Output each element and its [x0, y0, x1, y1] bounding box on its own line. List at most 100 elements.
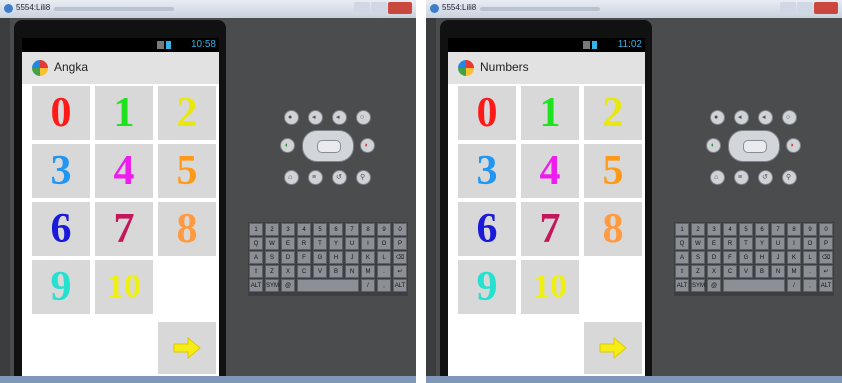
- number-tile-3[interactable]: 3: [32, 144, 90, 198]
- key[interactable]: U: [345, 237, 359, 250]
- number-tile-9[interactable]: 9: [458, 260, 516, 314]
- call-icon[interactable]: ◖: [706, 138, 721, 153]
- key[interactable]: 2: [265, 223, 279, 236]
- key[interactable]: P: [819, 237, 833, 250]
- number-tile-8[interactable]: 8: [158, 202, 216, 256]
- key[interactable]: Z: [691, 265, 705, 278]
- number-tile-4[interactable]: 4: [521, 144, 579, 198]
- key[interactable]: A: [249, 251, 263, 264]
- key[interactable]: 4: [297, 223, 311, 236]
- maximize-button[interactable]: [371, 2, 387, 14]
- key[interactable]: N: [345, 265, 359, 278]
- close-button[interactable]: [814, 2, 838, 14]
- key[interactable]: 6: [755, 223, 769, 236]
- number-tile-5[interactable]: 5: [584, 144, 642, 198]
- enter-key[interactable]: ↵: [819, 265, 833, 278]
- key[interactable]: Z: [265, 265, 279, 278]
- dpad[interactable]: [728, 130, 780, 162]
- key[interactable]: K: [787, 251, 801, 264]
- power-icon[interactable]: ○: [356, 110, 371, 125]
- maximize-button[interactable]: [797, 2, 813, 14]
- number-tile-7[interactable]: 7: [521, 202, 579, 256]
- key[interactable]: L: [377, 251, 391, 264]
- key[interactable]: E: [707, 237, 721, 250]
- key[interactable]: P: [393, 237, 407, 250]
- volume-down-icon[interactable]: ◂: [308, 110, 323, 125]
- back-icon[interactable]: ↺: [332, 170, 347, 185]
- number-tile-3[interactable]: 3: [458, 144, 516, 198]
- key[interactable]: O: [803, 237, 817, 250]
- key[interactable]: 7: [345, 223, 359, 236]
- key[interactable]: Q: [249, 237, 263, 250]
- key[interactable]: 1: [675, 223, 689, 236]
- number-tile-1[interactable]: 1: [521, 86, 579, 140]
- enter-key[interactable]: ↵: [393, 265, 407, 278]
- call-icon[interactable]: ◖: [280, 138, 295, 153]
- key[interactable]: 4: [723, 223, 737, 236]
- key[interactable]: 3: [707, 223, 721, 236]
- key[interactable]: 0: [393, 223, 407, 236]
- number-tile-7[interactable]: 7: [95, 202, 153, 256]
- minimize-button[interactable]: [354, 2, 370, 14]
- sym-key[interactable]: SYM: [691, 279, 705, 292]
- key[interactable]: X: [707, 265, 721, 278]
- key[interactable]: 0: [819, 223, 833, 236]
- key[interactable]: K: [361, 251, 375, 264]
- key[interactable]: A: [675, 251, 689, 264]
- key[interactable]: S: [265, 251, 279, 264]
- key[interactable]: J: [771, 251, 785, 264]
- key[interactable]: L: [803, 251, 817, 264]
- key[interactable]: V: [739, 265, 753, 278]
- key[interactable]: 8: [361, 223, 375, 236]
- number-tile-2[interactable]: 2: [158, 86, 216, 140]
- home-icon[interactable]: ⌂: [284, 170, 299, 185]
- menu-icon[interactable]: ≡: [308, 170, 323, 185]
- key[interactable]: .: [377, 265, 391, 278]
- key[interactable]: B: [329, 265, 343, 278]
- key[interactable]: D: [281, 251, 295, 264]
- key[interactable]: E: [281, 237, 295, 250]
- sym-key[interactable]: SYM: [265, 279, 279, 292]
- key[interactable]: X: [281, 265, 295, 278]
- key[interactable]: 6: [329, 223, 343, 236]
- key[interactable]: I: [361, 237, 375, 250]
- key[interactable]: 8: [787, 223, 801, 236]
- key[interactable]: M: [361, 265, 375, 278]
- key[interactable]: /: [787, 279, 801, 292]
- end-call-icon[interactable]: ◗: [360, 138, 375, 153]
- close-button[interactable]: [388, 2, 412, 14]
- number-tile-6[interactable]: 6: [32, 202, 90, 256]
- number-tile-5[interactable]: 5: [158, 144, 216, 198]
- key[interactable]: H: [755, 251, 769, 264]
- key[interactable]: @: [281, 279, 295, 292]
- key[interactable]: 7: [771, 223, 785, 236]
- search-icon[interactable]: ⚲: [356, 170, 371, 185]
- alt-key[interactable]: ALT: [249, 279, 263, 292]
- number-tile-0[interactable]: 0: [32, 86, 90, 140]
- number-tile-6[interactable]: 6: [458, 202, 516, 256]
- key[interactable]: /: [361, 279, 375, 292]
- key[interactable]: Y: [329, 237, 343, 250]
- back-icon[interactable]: ↺: [758, 170, 773, 185]
- key[interactable]: S: [691, 251, 705, 264]
- alt-key[interactable]: ALT: [675, 279, 689, 292]
- camera-icon[interactable]: ●: [710, 110, 725, 125]
- backspace-key[interactable]: ⌫: [819, 251, 833, 264]
- menu-icon[interactable]: ≡: [734, 170, 749, 185]
- key[interactable]: C: [723, 265, 737, 278]
- key[interactable]: C: [297, 265, 311, 278]
- key[interactable]: I: [787, 237, 801, 250]
- number-tile-4[interactable]: 4: [95, 144, 153, 198]
- number-tile-1[interactable]: 1: [95, 86, 153, 140]
- key[interactable]: @: [707, 279, 721, 292]
- key[interactable]: .: [803, 265, 817, 278]
- volume-down-icon[interactable]: ◂: [734, 110, 749, 125]
- space-key[interactable]: [297, 279, 359, 292]
- number-tile-10[interactable]: 10: [95, 260, 153, 314]
- key[interactable]: G: [313, 251, 327, 264]
- key[interactable]: 3: [281, 223, 295, 236]
- key[interactable]: M: [787, 265, 801, 278]
- space-key[interactable]: [723, 279, 785, 292]
- window-titlebar[interactable]: 5554:Lili8: [0, 0, 416, 18]
- shift-key[interactable]: ⇧: [249, 265, 263, 278]
